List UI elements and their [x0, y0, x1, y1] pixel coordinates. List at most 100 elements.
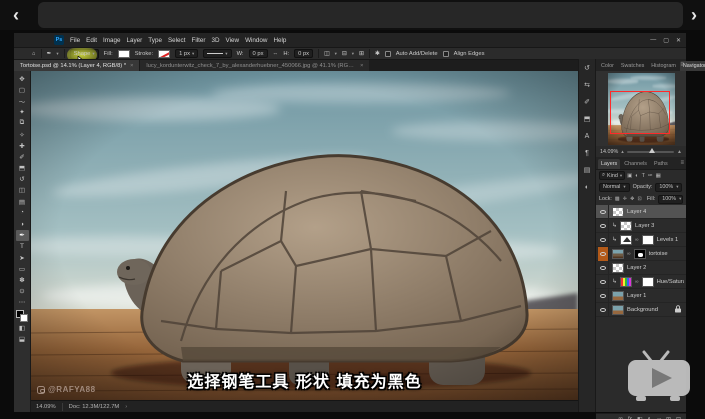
- layer-row-tortoise[interactable]: ∞tortoise: [596, 247, 686, 261]
- layer-mask-thumbnail[interactable]: [634, 249, 646, 259]
- visibility-toggle[interactable]: [598, 219, 609, 233]
- add-mask-icon[interactable]: ◧: [637, 416, 643, 419]
- layer-mask-thumbnail[interactable]: [642, 235, 654, 245]
- visibility-toggle[interactable]: [598, 303, 609, 317]
- status-menu-arrow[interactable]: ›: [125, 404, 127, 410]
- eraser-tool[interactable]: ◫: [16, 185, 29, 196]
- clone-stamp-tool[interactable]: ⬒: [16, 163, 29, 174]
- dodge-tool[interactable]: ◑: [16, 218, 29, 229]
- more-tools[interactable]: ⋯: [16, 297, 29, 308]
- zoom-level-field[interactable]: 14.09%: [36, 404, 56, 410]
- properties-panel-icon[interactable]: ⇆: [581, 80, 593, 90]
- path-operations-icon[interactable]: ◫: [324, 51, 329, 57]
- visibility-toggle[interactable]: [598, 247, 609, 261]
- filter-icon-0[interactable]: ▣: [627, 173, 632, 179]
- tab-swatches[interactable]: Swatches: [618, 61, 647, 71]
- width-field[interactable]: 0 px: [249, 49, 268, 58]
- hand-tool[interactable]: ✽: [16, 274, 29, 285]
- navigator-zoom-value[interactable]: 14.09%: [600, 149, 618, 155]
- layer-row-layer-4[interactable]: Layer 4: [596, 205, 686, 219]
- layer-thumbnail[interactable]: [620, 235, 632, 245]
- home-icon[interactable]: ⌂: [32, 51, 36, 57]
- opacity-dropdown[interactable]: 100% ▾: [655, 183, 682, 192]
- color-swatches[interactable]: [16, 310, 28, 322]
- minimize-icon[interactable]: —: [650, 37, 656, 43]
- layer-row-layer-1[interactable]: Layer 1: [596, 289, 686, 303]
- tab-channels[interactable]: Channels: [621, 159, 650, 169]
- menu-filter[interactable]: Filter: [191, 37, 205, 44]
- navigator-view-box[interactable]: [610, 91, 670, 134]
- menu-view[interactable]: View: [226, 37, 240, 44]
- menu-file[interactable]: File: [70, 37, 80, 44]
- layer-thumbnail[interactable]: [612, 291, 624, 301]
- layer-row-levels-1[interactable]: ↳∞Levels 1: [596, 233, 686, 247]
- menu-type[interactable]: Type: [148, 37, 162, 44]
- tab-layers[interactable]: Layers: [598, 159, 620, 169]
- shape-tool[interactable]: ▭: [16, 263, 29, 274]
- crop-tool[interactable]: ⧉: [16, 118, 29, 129]
- quick-mask-icon[interactable]: ◧: [16, 322, 29, 333]
- tab-close-icon[interactable]: ×: [360, 63, 363, 69]
- forward-chevron-icon[interactable]: ›: [684, 5, 704, 25]
- quick-select-tool[interactable]: ✦: [16, 107, 29, 118]
- lock-icon-3[interactable]: ⊡: [638, 196, 642, 202]
- move-tool[interactable]: ✥: [16, 73, 29, 84]
- layer-row-background[interactable]: Background: [596, 303, 686, 317]
- visibility-toggle[interactable]: [598, 205, 609, 219]
- type-tool[interactable]: T: [16, 241, 29, 252]
- zoom-tool[interactable]: ⊙: [16, 286, 29, 297]
- lock-icon-0[interactable]: ▩: [615, 196, 620, 202]
- layer-row-hue-saturation-1[interactable]: ↳∞Hue/Saturation 1: [596, 275, 686, 289]
- height-field[interactable]: 0 px: [294, 49, 313, 58]
- layer-mask-thumbnail[interactable]: [642, 277, 654, 287]
- new-group-icon[interactable]: ▱: [656, 416, 661, 419]
- stroke-style-dropdown[interactable]: ▾: [203, 49, 231, 58]
- layer-row-layer-2[interactable]: Layer 2: [596, 261, 686, 275]
- menu-image[interactable]: Image: [103, 37, 121, 44]
- layer-row-layer-3[interactable]: ↳Layer 3: [596, 219, 686, 233]
- blend-mode-dropdown[interactable]: Normal ▾: [599, 183, 630, 192]
- auto-add-delete-checkbox[interactable]: [385, 51, 391, 57]
- layer-thumbnail[interactable]: [612, 249, 624, 259]
- tab-close-icon[interactable]: ×: [130, 63, 133, 69]
- menu-3d[interactable]: 3D: [211, 37, 219, 44]
- canvas[interactable]: @RAFYA88 选择钢笔工具 形状 填充为黑色: [31, 71, 578, 400]
- brushes-panel-icon[interactable]: ✐: [581, 97, 593, 107]
- layer-thumbnail[interactable]: [612, 207, 624, 217]
- menu-edit[interactable]: Edit: [86, 37, 97, 44]
- lasso-tool[interactable]: 〜: [16, 95, 29, 106]
- stroke-width-field[interactable]: 1 px ▾: [175, 49, 198, 58]
- visibility-toggle[interactable]: [598, 289, 609, 303]
- filter-kind-dropdown[interactable]: ⌕ Kind ▾: [599, 171, 625, 180]
- panel-menu-icon[interactable]: ≡: [680, 160, 684, 166]
- layer-thumbnail[interactable]: [620, 277, 632, 287]
- history-brush-tool[interactable]: ↺: [16, 174, 29, 185]
- visibility-toggle[interactable]: [598, 275, 609, 289]
- eyedropper-tool[interactable]: ✧: [16, 129, 29, 140]
- navigator-zoom-slider[interactable]: [627, 151, 674, 153]
- menu-window[interactable]: Window: [245, 37, 267, 44]
- screen-mode-icon[interactable]: ⬓: [16, 333, 29, 344]
- delete-layer-icon[interactable]: ⊟: [676, 416, 681, 419]
- menu-select[interactable]: Select: [168, 37, 186, 44]
- fill-dropdown[interactable]: 100% ▾: [658, 195, 683, 204]
- background-color-swatch[interactable]: [20, 314, 28, 322]
- pen-tool-preset-icon[interactable]: ✒: [47, 51, 52, 57]
- tab-paths[interactable]: Paths: [651, 159, 671, 169]
- filter-icon-3[interactable]: ✑: [648, 173, 653, 179]
- adjustments-panel-icon[interactable]: ◐: [581, 182, 593, 192]
- tool-mode-dropdown[interactable]: Shape ▾: [70, 49, 99, 59]
- character-panel-icon[interactable]: A: [581, 131, 593, 141]
- layer-thumbnail[interactable]: [612, 305, 624, 315]
- filter-icon-1[interactable]: ◐: [635, 173, 638, 179]
- path-arrange-icon[interactable]: ⊞: [359, 51, 364, 57]
- align-edges-checkbox[interactable]: [443, 51, 449, 57]
- menu-layer[interactable]: Layer: [127, 37, 143, 44]
- marquee-tool[interactable]: ▢: [16, 84, 29, 95]
- blur-tool[interactable]: ◔: [16, 207, 29, 218]
- history-panel-icon[interactable]: ↺: [581, 63, 593, 73]
- visibility-toggle[interactable]: [598, 233, 609, 247]
- libraries-panel-icon[interactable]: ▤: [581, 165, 593, 175]
- pen-tool[interactable]: ✒: [16, 230, 29, 241]
- stroke-swatch[interactable]: [158, 50, 170, 58]
